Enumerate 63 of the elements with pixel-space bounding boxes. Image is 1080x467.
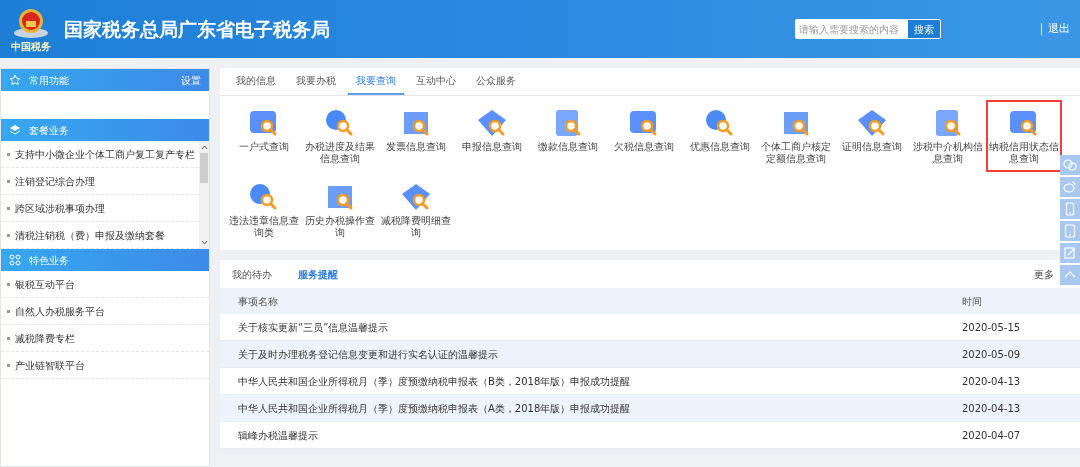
notice-row[interactable]: 关于及时办理税务登记信息变更和进行实名认证的温馨提示 2020-05-09 bbox=[220, 341, 1080, 368]
section-title: 套餐业务 bbox=[29, 123, 69, 138]
query-item[interactable]: 申报信息查询 bbox=[454, 100, 530, 172]
query-item[interactable]: 历史办税操作查询 bbox=[302, 174, 378, 246]
chat-icon[interactable] bbox=[1060, 155, 1080, 175]
phone-icon[interactable] bbox=[1060, 199, 1080, 219]
query-item[interactable]: 欠税信息查询 bbox=[606, 100, 682, 172]
search-field[interactable]: 请输入需要搜索的内容 bbox=[795, 19, 907, 39]
search-button[interactable]: 搜索 bbox=[907, 19, 941, 39]
notice-date: 2020-04-13 bbox=[962, 401, 1022, 416]
notice-row[interactable]: 中华人民共和国企业所得税月（季）度预缴纳税申报表（A类，2018年版）申报成功提醒 2020-04-13 bbox=[220, 395, 1080, 422]
search-card-icon bbox=[400, 182, 432, 212]
nav-tab[interactable]: 我要查询 bbox=[348, 68, 404, 95]
query-item[interactable]: 优惠信息查询 bbox=[682, 100, 758, 172]
query-item[interactable]: 一户式查询 bbox=[226, 100, 302, 172]
query-item[interactable]: 纳税信用状态信息查询 bbox=[986, 100, 1062, 172]
notice-title: 中华人民共和国企业所得税月（季）度预缴纳税申报表（B类，2018年版）申报成功提醒 bbox=[238, 374, 632, 389]
query-item[interactable]: 缴款信息查询 bbox=[530, 100, 606, 172]
section-title: 常用功能 bbox=[29, 73, 69, 88]
sidebar-item[interactable]: 银税互动平台 bbox=[1, 271, 209, 298]
layers-icon bbox=[9, 124, 21, 136]
section-title: 特色业务 bbox=[29, 253, 69, 268]
scroll-thumb[interactable] bbox=[200, 153, 208, 183]
notice-title: 关于及时办理税务登记信息变更和进行实名认证的温馨提示 bbox=[238, 347, 499, 362]
query-item[interactable]: 违法违章信息查询类 bbox=[226, 174, 302, 246]
nav-tab[interactable]: 我要办税 bbox=[288, 68, 344, 95]
sidebar-item[interactable]: 减税降费专栏 bbox=[1, 325, 209, 352]
notice-date: 2020-04-13 bbox=[962, 374, 1022, 389]
column-header: 时间 bbox=[962, 294, 983, 309]
logo-caption: 中国税务 bbox=[11, 40, 51, 52]
emblem-icon bbox=[12, 6, 50, 41]
notice-tab[interactable]: 我的待办 bbox=[232, 266, 272, 282]
scroll-up-icon[interactable] bbox=[200, 145, 208, 150]
notice-date: 2020-05-09 bbox=[962, 347, 1022, 362]
query-item[interactable]: 证明信息查询 bbox=[834, 100, 910, 172]
star-icon bbox=[9, 74, 21, 86]
notice-title: 辑峰办税温馨提示 bbox=[238, 428, 319, 443]
sidebar-item[interactable]: 产业链智联平台 bbox=[1, 352, 209, 379]
column-header: 事项名称 bbox=[238, 294, 279, 309]
query-item[interactable]: 减税降费明细查询 bbox=[378, 174, 454, 246]
sidebar-item[interactable]: 自然人办税服务平台 bbox=[1, 298, 209, 325]
nav-tab[interactable]: 我的信息 bbox=[228, 68, 284, 95]
search-card-icon bbox=[476, 108, 508, 138]
chevron-up-icon[interactable] bbox=[1060, 265, 1080, 285]
notice-date: 2020-04-07 bbox=[962, 428, 1022, 443]
nav-tab[interactable]: 公众服务 bbox=[468, 68, 524, 95]
notice-title: 中华人民共和国企业所得税月（季）度预缴纳税申报表（A类，2018年版）申报成功提醒 bbox=[238, 401, 632, 416]
scrollbar[interactable] bbox=[199, 141, 209, 249]
query-item[interactable]: 涉税中介机构信息查询 bbox=[910, 100, 986, 172]
notice-title: 关于核实更新“三员”信息温馨提示 bbox=[238, 320, 390, 335]
tablet-icon[interactable] bbox=[1060, 221, 1080, 241]
edit-icon[interactable] bbox=[1060, 243, 1080, 263]
site-title: 国家税务总局广东省电子税务局 bbox=[64, 16, 330, 42]
notice-tab[interactable]: 服务提醒 bbox=[298, 266, 338, 282]
more-link[interactable]: 更多 bbox=[1034, 266, 1054, 282]
scroll-down-icon[interactable] bbox=[200, 240, 208, 245]
nav-tab[interactable]: 互动中心 bbox=[408, 68, 464, 95]
query-item[interactable]: 个体工商户核定定额信息查询 bbox=[758, 100, 834, 172]
query-item[interactable]: 发票信息查询 bbox=[378, 100, 454, 172]
grid-icon bbox=[9, 254, 21, 266]
notice-date: 2020-05-15 bbox=[962, 320, 1022, 335]
search-card-icon bbox=[856, 108, 888, 138]
query-item[interactable]: 办税进度及结果信息查询 bbox=[302, 100, 378, 172]
